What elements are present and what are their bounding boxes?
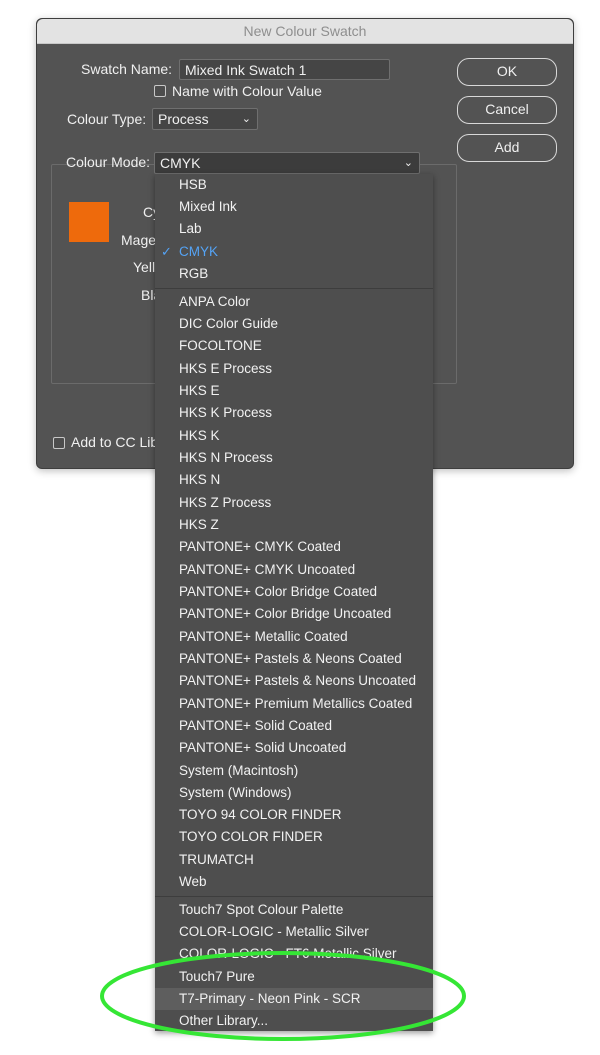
highlight-ellipse-annotation [100,951,466,1041]
